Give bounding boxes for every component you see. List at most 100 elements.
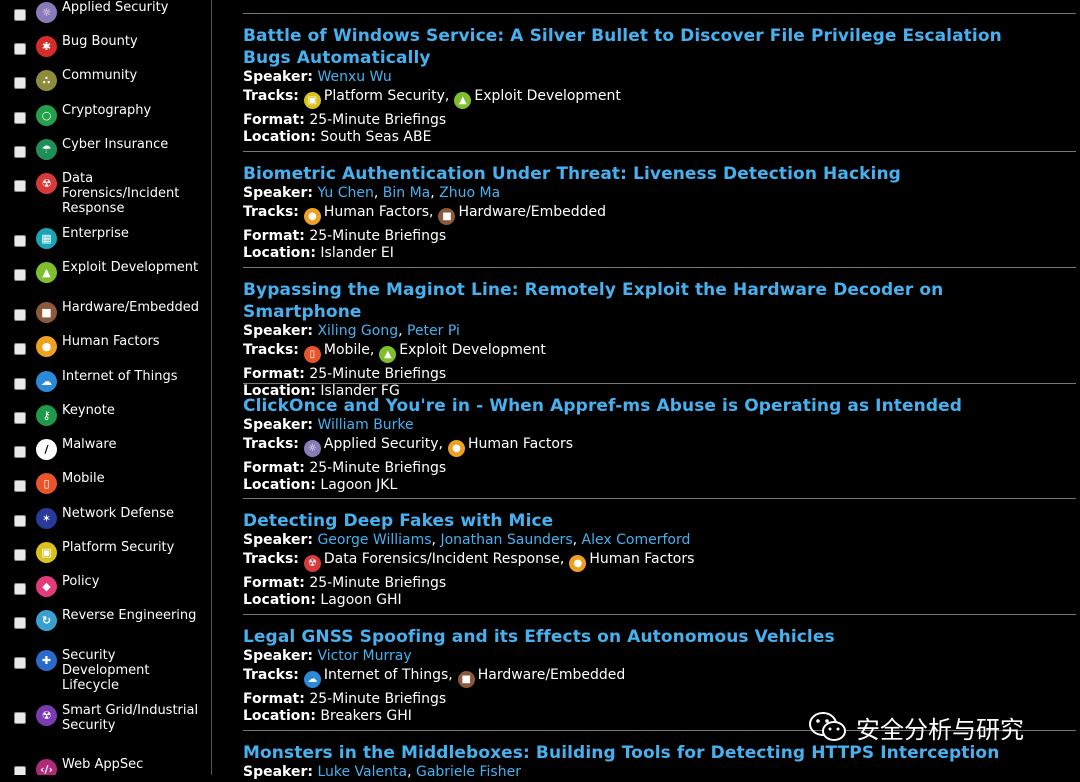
sidebar-track-item[interactable]: ■ Hardware/Embedded [0,300,211,334]
track-checkbox[interactable] [14,43,26,55]
speaker-link[interactable]: Victor Murray [317,648,411,664]
location-label: Location: [243,592,316,608]
sidebar-track-item[interactable]: ☢ Smart Grid/Industrial Security [0,703,211,737]
talk-location: Location: Lagoon JKL [243,477,1043,495]
track-checkbox[interactable] [14,343,26,355]
sidebar-track-item[interactable]: ▦ Enterprise [0,226,211,260]
track-checkbox[interactable] [14,146,26,158]
format-value: 25-Minute Briefings [309,365,447,382]
location-label: Location: [243,129,316,145]
track-name: Data Forensics/Incident Response [323,550,560,567]
speaker-link[interactable]: Luke Valenta [317,764,407,780]
sidebar-track-item[interactable]: ● Human Factors [0,334,211,368]
person-icon: ● [447,439,465,457]
sidebar-track-item[interactable]: ○ Cryptography [0,103,211,137]
sidebar-track-label: Bug Bounty [62,34,138,49]
track-checkbox[interactable] [14,617,26,629]
track-checkbox[interactable] [14,9,26,21]
format-label: Format: [243,227,305,244]
flask-icon: ▲ [36,262,57,283]
track-name: Applied Security [323,435,439,452]
speaker-link[interactable]: Alex Comerford [582,532,691,548]
sidebar-track-item[interactable]: ▯ Mobile [0,471,211,505]
syringe-icon: / [36,439,57,460]
talk-format: Format: 25-Minute Briefings [243,228,1043,246]
policy-icon: ◆ [36,576,57,597]
reverse-icon: ↻ [36,610,57,631]
cycle-icon: ✚ [36,650,57,671]
track-checkbox[interactable] [14,583,26,595]
track-name: Human Factors [323,203,429,220]
speaker-label: Speaker: [243,69,313,85]
sidebar-track-item[interactable]: / Malware [0,437,211,471]
sidebar-track-item[interactable]: ◆ Policy [0,574,211,608]
lock-icon: ☼ [303,439,321,457]
location-value: Islander EI [320,245,394,261]
track-checkbox[interactable] [14,77,26,89]
sidebar-track-item[interactable]: ☼ Applied Security [0,0,211,34]
talk-format: Format: 25-Minute Briefings [243,575,1043,593]
sidebar-track-label: Malware [62,437,117,452]
speaker-link[interactable]: William Burke [317,417,413,433]
person-icon: ● [36,336,57,357]
talk-divider [243,614,1076,615]
sidebar-track-item[interactable]: ↻ Reverse Engineering [0,608,211,642]
sidebar-track-item[interactable]: ✚ Security Development Lifecycle [0,648,211,693]
track-checkbox[interactable] [14,480,26,492]
speaker-link[interactable]: Wenxu Wu [317,69,391,85]
sidebar-track-label: Internet of Things [62,369,178,384]
sidebar-track-item[interactable]: ‹/› Web AppSec [0,757,211,775]
track-checkbox[interactable] [14,269,26,281]
track-checkbox[interactable] [14,309,26,321]
talk-tracks: Tracks: ● Human Factors, ■ Hardware/Embedded [243,204,1043,225]
lock-icon: ☼ [36,2,57,23]
track-checkbox[interactable] [14,657,26,669]
talk-title-link[interactable]: Battle of Windows Service: A Silver Bull… [243,25,1043,69]
talk-title-link[interactable]: Legal GNSS Spoofing and its Effects on A… [243,626,1043,648]
speaker-link[interactable]: Gabriele Fisher [416,764,521,780]
speaker-link[interactable]: Bin Ma [383,185,430,201]
track-checkbox[interactable] [14,766,26,775]
talk-title-link[interactable]: ClickOnce and You're in - When Appref-ms… [243,395,1043,417]
track-name: Platform Security [323,87,445,104]
talk-entry: Detecting Deep Fakes with Mice Speaker: G… [243,510,1043,610]
track-checkbox[interactable] [14,412,26,424]
talk-title-link[interactable]: Biometric Authentication Under Threat: L… [243,163,1043,185]
talk-speakers: Speaker: Yu Chen, Bin Ma, Zhuo Ma [243,185,501,201]
sidebar-track-item[interactable]: ☢ Data Forensics/Incident Response [0,171,211,216]
talk-speakers: Speaker: Xiling Gong, Peter Pi [243,323,460,339]
track-checkbox[interactable] [14,378,26,390]
watermark: 安全分析与研究 [808,707,1024,747]
talk-title-link[interactable]: Bypassing the Maginot Line: Remotely Exp… [243,279,1043,323]
track-name: Internet of Things [323,666,449,683]
sidebar-track-item[interactable]: ▲ Exploit Development [0,260,211,294]
speaker-link[interactable]: Peter Pi [407,323,460,339]
track-checkbox[interactable] [14,549,26,561]
track-checkbox[interactable] [14,112,26,124]
sidebar-track-item[interactable]: ☂ Cyber Insurance [0,137,211,171]
format-label: Format: [243,574,305,591]
sidebar-track-item[interactable]: ⚷ Keynote [0,403,211,437]
track-checkbox[interactable] [14,180,26,192]
sidebar-track-item[interactable]: ▣ Platform Security [0,540,211,574]
format-value: 25-Minute Briefings [309,574,447,591]
talk-divider [243,13,1076,14]
track-checkbox[interactable] [14,446,26,458]
speaker-link[interactable]: Yu Chen [317,185,373,201]
sidebar-track-item[interactable]: ✶ Network Defense [0,506,211,540]
track-checkbox[interactable] [14,712,26,724]
sidebar-track-label: Exploit Development [62,260,199,275]
sidebar-track-item[interactable]: ☁ Internet of Things [0,369,211,403]
speaker-link[interactable]: Xiling Gong [317,323,398,339]
sidebar-track-item[interactable]: ∴ Community [0,68,211,102]
track-checkbox[interactable] [14,515,26,527]
location-value: Breakers GHI [320,708,412,724]
speaker-link[interactable]: George Williams [317,532,431,548]
talk-speakers: Speaker: William Burke [243,417,1043,435]
talk-title-link[interactable]: Detecting Deep Fakes with Mice [243,510,1043,532]
sidebar-track-item[interactable]: ✱ Bug Bounty [0,34,211,68]
location-label: Location: [243,477,316,493]
speaker-link[interactable]: Jonathan Saunders [440,532,572,548]
track-checkbox[interactable] [14,235,26,247]
speaker-link[interactable]: Zhuo Ma [439,185,500,201]
